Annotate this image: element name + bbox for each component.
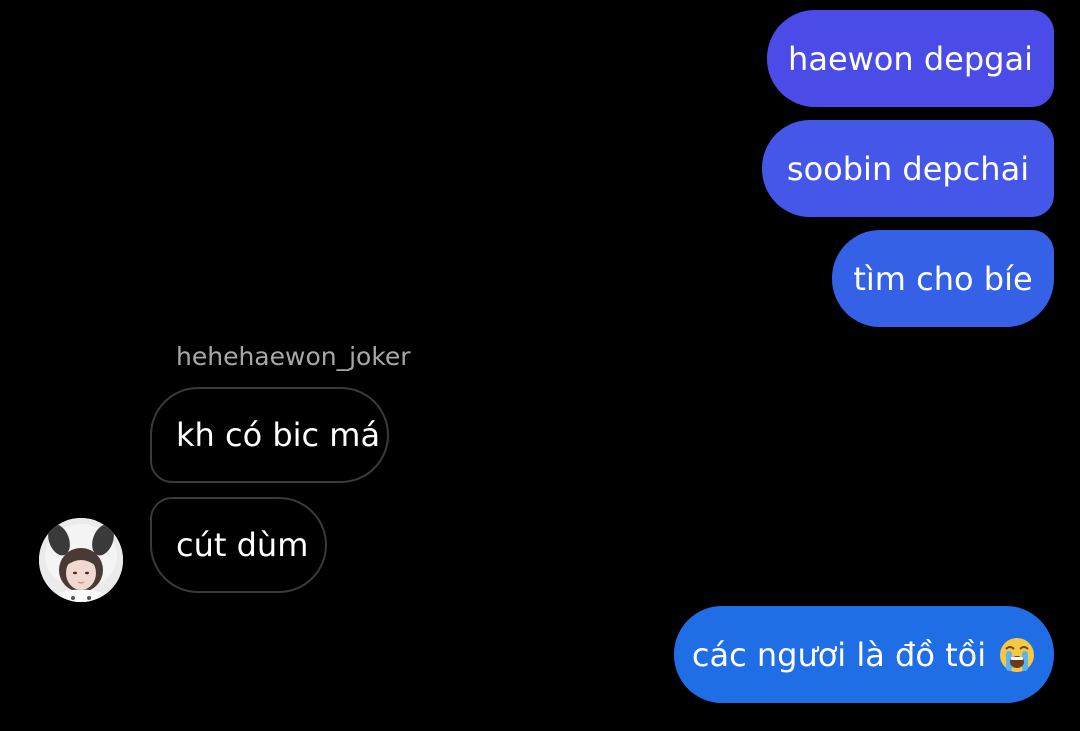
outgoing-message[interactable]: các ngươi là đồ tồi [674, 606, 1054, 703]
message-text: kh có bic má [176, 416, 381, 454]
outgoing-message[interactable]: tìm cho bíe [832, 230, 1054, 327]
message-text: cút dùm [176, 526, 309, 564]
message-text: soobin depchai [786, 149, 1030, 188]
avatar-image [39, 518, 123, 602]
message-text: các ngươi là đồ tồi [691, 635, 987, 674]
outgoing-message[interactable]: haewon depgai [767, 10, 1054, 107]
outgoing-message[interactable]: soobin depchai [762, 120, 1054, 217]
sender-name: hehehaewon_joker [176, 342, 411, 371]
message-text: tìm cho bíe [853, 259, 1033, 298]
incoming-message[interactable]: cút dùm [150, 497, 327, 593]
chat-thread: haewon depgai soobin depchai tìm cho bíe… [0, 0, 1080, 731]
incoming-message[interactable]: kh có bic má [150, 387, 389, 483]
loudly-crying-face-icon [1000, 637, 1035, 672]
avatar[interactable] [39, 518, 123, 602]
message-text: haewon depgai [788, 39, 1033, 78]
